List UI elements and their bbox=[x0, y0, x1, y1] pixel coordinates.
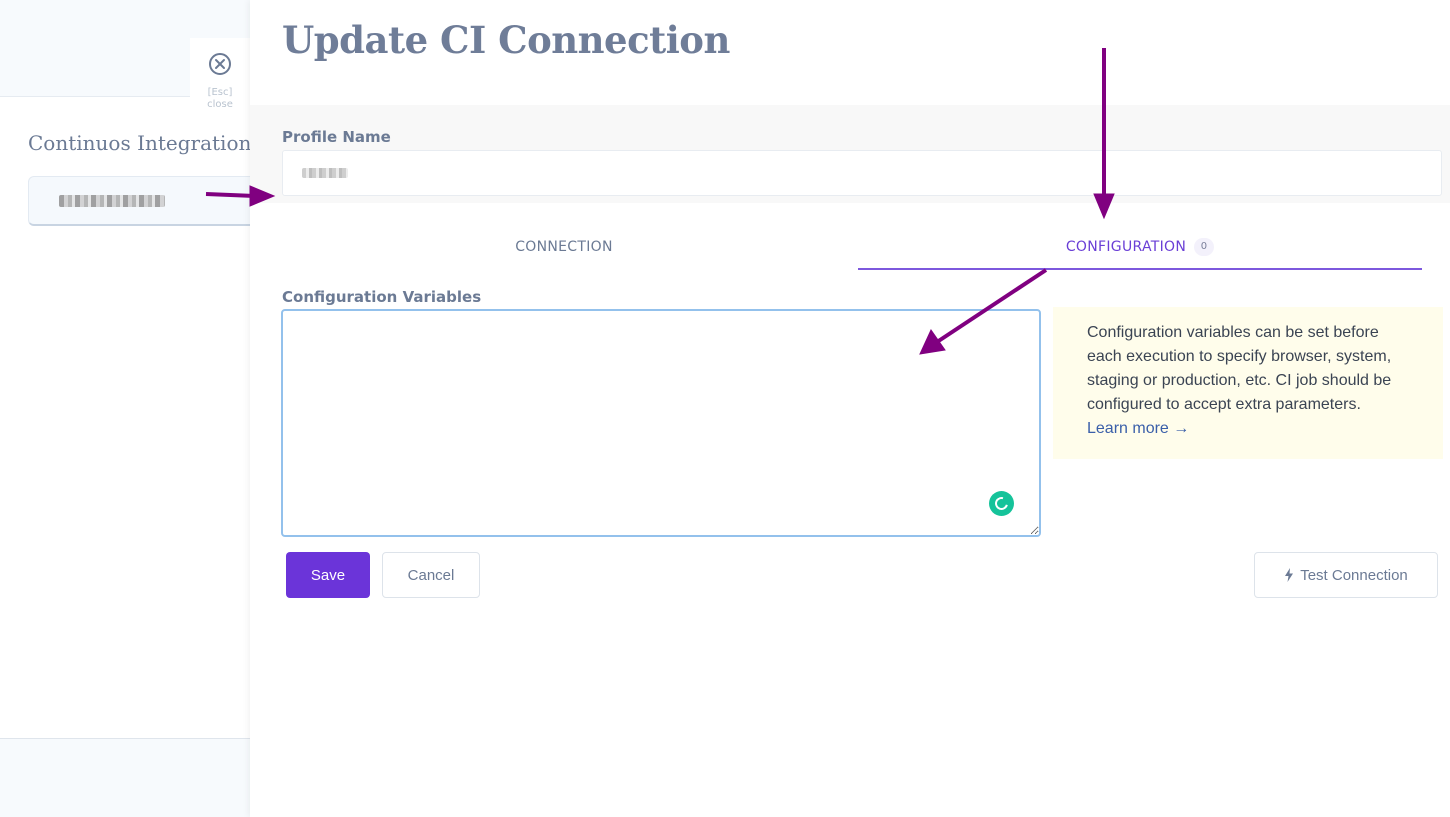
learn-more-link[interactable]: Learn more → bbox=[1087, 420, 1189, 437]
tab-connection[interactable]: CONNECTION bbox=[282, 228, 846, 270]
profile-name-label: Profile Name bbox=[282, 128, 391, 146]
close-drawer-button[interactable]: [Esc] close bbox=[190, 38, 250, 110]
info-text: Configuration variables can be set befor… bbox=[1087, 324, 1392, 413]
configuration-count-badge: 0 bbox=[1194, 238, 1215, 256]
configuration-variables-textarea[interactable] bbox=[281, 309, 1041, 537]
cancel-button[interactable]: Cancel bbox=[382, 552, 480, 598]
drawer-title: Update CI Connection bbox=[282, 18, 730, 62]
background-heading: Continuos Integration bbox=[28, 131, 252, 155]
configuration-variables-label: Configuration Variables bbox=[282, 288, 482, 306]
grammarly-icon[interactable] bbox=[989, 491, 1014, 516]
tab-bar: CONNECTION CONFIGURATION 0 bbox=[282, 228, 1422, 270]
update-ci-connection-drawer: Update CI Connection Profile Name CONNEC… bbox=[250, 0, 1450, 817]
tab-configuration[interactable]: CONFIGURATION 0 bbox=[858, 228, 1422, 270]
profile-section: Profile Name bbox=[250, 105, 1450, 203]
tab-configuration-label: CONFIGURATION bbox=[1065, 239, 1187, 255]
save-button[interactable]: Save bbox=[286, 552, 370, 598]
blurred-connection-name bbox=[59, 195, 165, 207]
background-footer bbox=[0, 738, 250, 817]
test-connection-label: Test Connection bbox=[1300, 566, 1408, 584]
background-page: Continuos Integration bbox=[0, 0, 258, 817]
profile-name-input[interactable] bbox=[282, 150, 1442, 196]
lightning-bolt-icon bbox=[1285, 568, 1294, 582]
close-hint: [Esc] close bbox=[207, 87, 233, 110]
test-connection-button[interactable]: Test Connection bbox=[1254, 552, 1438, 598]
close-circle-icon bbox=[209, 53, 231, 75]
configuration-info-box: Configuration variables can be set befor… bbox=[1053, 307, 1443, 459]
tab-connection-label: CONNECTION bbox=[515, 239, 613, 255]
ci-connection-card[interactable] bbox=[28, 176, 258, 226]
blurred-profile-value bbox=[302, 168, 348, 178]
